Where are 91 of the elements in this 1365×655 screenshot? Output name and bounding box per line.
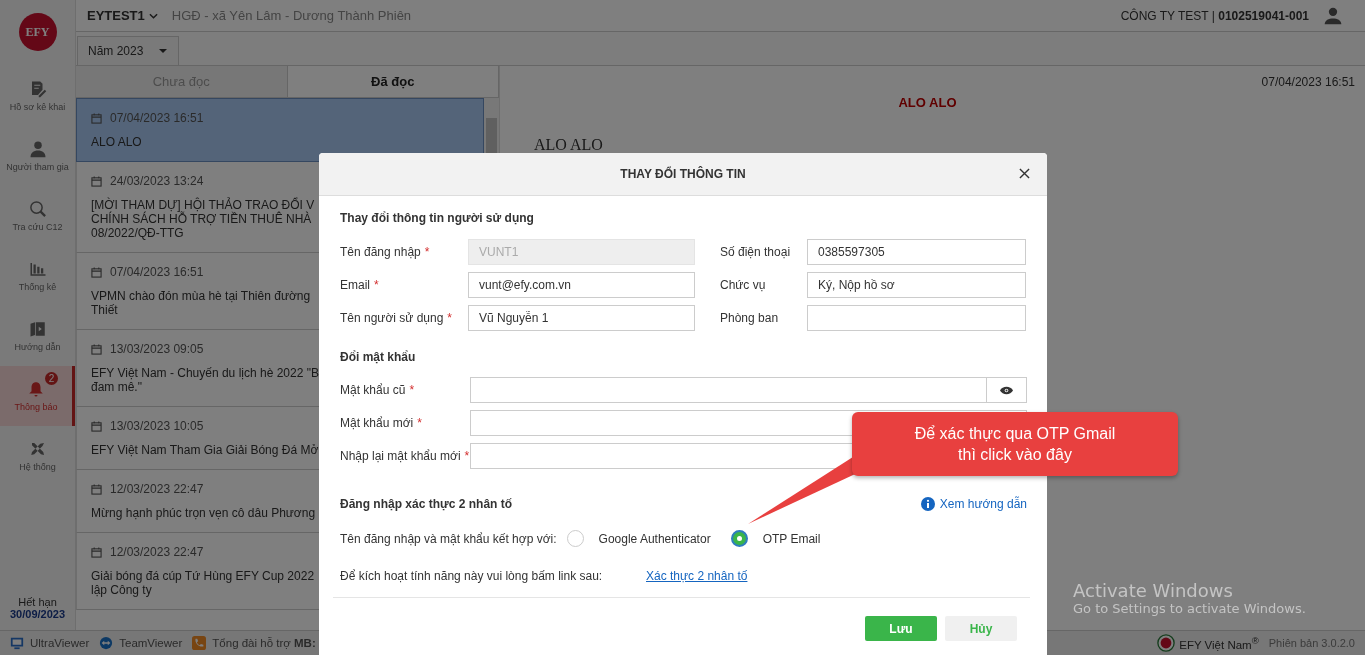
notification-date: 07/04/2023 16:51 — [1261, 75, 1355, 89]
version-text: Phiên bản 3.0.2.0 — [1268, 637, 1355, 649]
monitor-icon — [10, 636, 24, 650]
calendar-icon — [91, 420, 102, 432]
notification-body: ALO ALO — [534, 136, 604, 154]
phone-icon — [192, 636, 207, 650]
field-label: Mật khẩu cũ — [340, 383, 406, 397]
caret-icon — [159, 49, 168, 53]
nav-item[interactable]: Hướng dẫn — [0, 306, 75, 366]
year-dropdown[interactable]: Năm 2023 — [77, 36, 179, 65]
activation-link[interactable]: Xác thực 2 nhân tố — [646, 569, 748, 583]
notification-date: 07/04/2023 16:51 — [110, 111, 204, 125]
magnifier-icon — [28, 200, 47, 218]
notification-item[interactable]: 07/04/2023 16:51 ALO ALO — [76, 98, 484, 162]
callout-tooltip: Để xác thực qua OTP Gmail thì click vào đây — [852, 412, 1178, 476]
notification-title: Giải bóng đá cúp Tứ Hùng EFY Cup 2022 lập Công ty — [91, 569, 315, 597]
field-label: Tên người sử dụng — [340, 311, 444, 325]
show-password-button[interactable] — [987, 377, 1027, 403]
field-label: Nhập lại mật khẩu mới — [340, 449, 461, 463]
status-text[interactable]: TeamViewer — [119, 637, 183, 649]
input-field[interactable]: vunt@efy.com.vn — [468, 272, 695, 298]
status-text[interactable]: Tổng đài hỗ trợ MB: — [212, 637, 316, 649]
field-label: Chức vụ — [720, 278, 766, 292]
nav-item[interactable]: Thống kê — [0, 246, 75, 306]
field-label: Phòng ban — [720, 311, 779, 325]
expiry-label: Hết hạn — [18, 596, 57, 608]
activation-notice-text: Go to Settings to activate Windows. — [1073, 601, 1306, 616]
required-marker: * — [464, 449, 470, 463]
required-marker: * — [447, 311, 452, 325]
close-icon[interactable] — [1019, 168, 1030, 179]
save-button[interactable]: Lưu — [865, 616, 937, 641]
input-field[interactable]: Vũ Nguyễn 1 — [468, 305, 695, 331]
notification-title: EFY Việt Nam - Chuyến du lịch hè 2022 "B đam mê." — [91, 366, 319, 394]
logo — [1157, 634, 1176, 652]
calendar-icon — [91, 112, 102, 124]
section-heading: Đổi mật khẩu — [340, 350, 417, 364]
input-field[interactable]: Ký, Nộp hồ sơ — [807, 272, 1026, 298]
field-label: Email — [340, 278, 370, 292]
calendar-icon — [91, 266, 102, 278]
notification-date: 12/03/2023 22:47 — [110, 545, 204, 559]
calendar-icon — [91, 483, 102, 495]
user-icon[interactable] — [1323, 5, 1343, 26]
radio-button[interactable] — [730, 530, 748, 547]
required-marker: * — [409, 383, 415, 397]
cancel-button[interactable]: Hủy — [945, 616, 1017, 641]
radio-label[interactable]: OTP Email — [762, 531, 821, 546]
brand-name: EFY Việt Nam$^{®}$ — [1179, 635, 1259, 651]
calendar-icon — [91, 546, 102, 558]
password-field[interactable] — [470, 377, 987, 403]
notification-date: 13/03/2023 09:05 — [110, 342, 204, 356]
person-icon — [28, 140, 47, 158]
bar-chart-icon — [28, 260, 47, 278]
notification-date: 24/03/2023 13:24 — [110, 174, 204, 188]
notification-date: 13/03/2023 10:05 — [110, 419, 204, 433]
account-selector[interactable]: EYTEST1 — [87, 8, 158, 23]
required-marker: * — [417, 416, 422, 430]
notification-title: Mừng hạnh phúc trọn vẹn cô dâu Phương — [91, 506, 316, 520]
count-badge: 2 — [45, 372, 58, 385]
dialog-title: THAY ĐỔI THÔNG TIN — [620, 167, 746, 181]
nav-item[interactable]: Người tham gia — [0, 126, 75, 186]
household-name: HGĐ - xã Yên Lâm - Dương Thành Phiên — [171, 8, 412, 23]
input-field[interactable]: 0385597305 — [807, 239, 1026, 265]
notification-date: 12/03/2023 22:47 — [110, 482, 204, 496]
notification-date: 07/04/2023 16:51 — [110, 265, 204, 279]
nav-item[interactable]: 2 Thông báo — [0, 366, 75, 426]
radio-label[interactable]: Google Authenticator — [598, 531, 711, 546]
nav-item[interactable]: Hệ thống — [0, 426, 75, 486]
calendar-icon — [91, 175, 102, 187]
notification-title: [MỜI THAM DỰ] HỘI THẢO TRAO ĐỔI V CHÍNH SÁCH HỖ TRỢ TIỀN THUÊ NHÀ 08/2022/QĐ-TTG — [91, 198, 315, 240]
guide-link[interactable]: Xem hướng dẫn — [920, 497, 1027, 511]
activation-notice-title: Activate Windows — [1073, 580, 1234, 601]
notification-heading: ALO ALO — [898, 95, 957, 110]
expiry-date: 30/09/2023 — [9, 608, 66, 620]
logo[interactable]: EFY — [18, 13, 57, 51]
notification-title: VPMN chào đón mùa hè tại Thiên đường Thiết — [91, 289, 311, 317]
notification-title: EFY Việt Nam Tham Gia Giải Bóng Đá Mở — [91, 443, 319, 457]
notification-title: ALO ALO — [91, 135, 142, 149]
status-text[interactable]: UltraViewer — [30, 637, 90, 649]
chevron-icon — [148, 12, 158, 19]
book-icon — [28, 320, 47, 338]
eye-icon — [1000, 385, 1013, 395]
field-label: Số điện thoại — [720, 245, 791, 259]
field-label: Mật khẩu mới — [340, 416, 414, 430]
company-name: CÔNG TY TEST | 0102519041-001 — [1120, 8, 1309, 23]
calendar-icon — [91, 343, 102, 355]
nav-item[interactable]: Hồ sơ kê khai — [0, 66, 75, 126]
required-marker: * — [374, 278, 379, 292]
bell-icon — [27, 380, 45, 398]
input-field[interactable] — [807, 305, 1026, 331]
info-icon — [920, 497, 935, 511]
nav-item[interactable]: Tra cứu C12 — [0, 186, 75, 246]
